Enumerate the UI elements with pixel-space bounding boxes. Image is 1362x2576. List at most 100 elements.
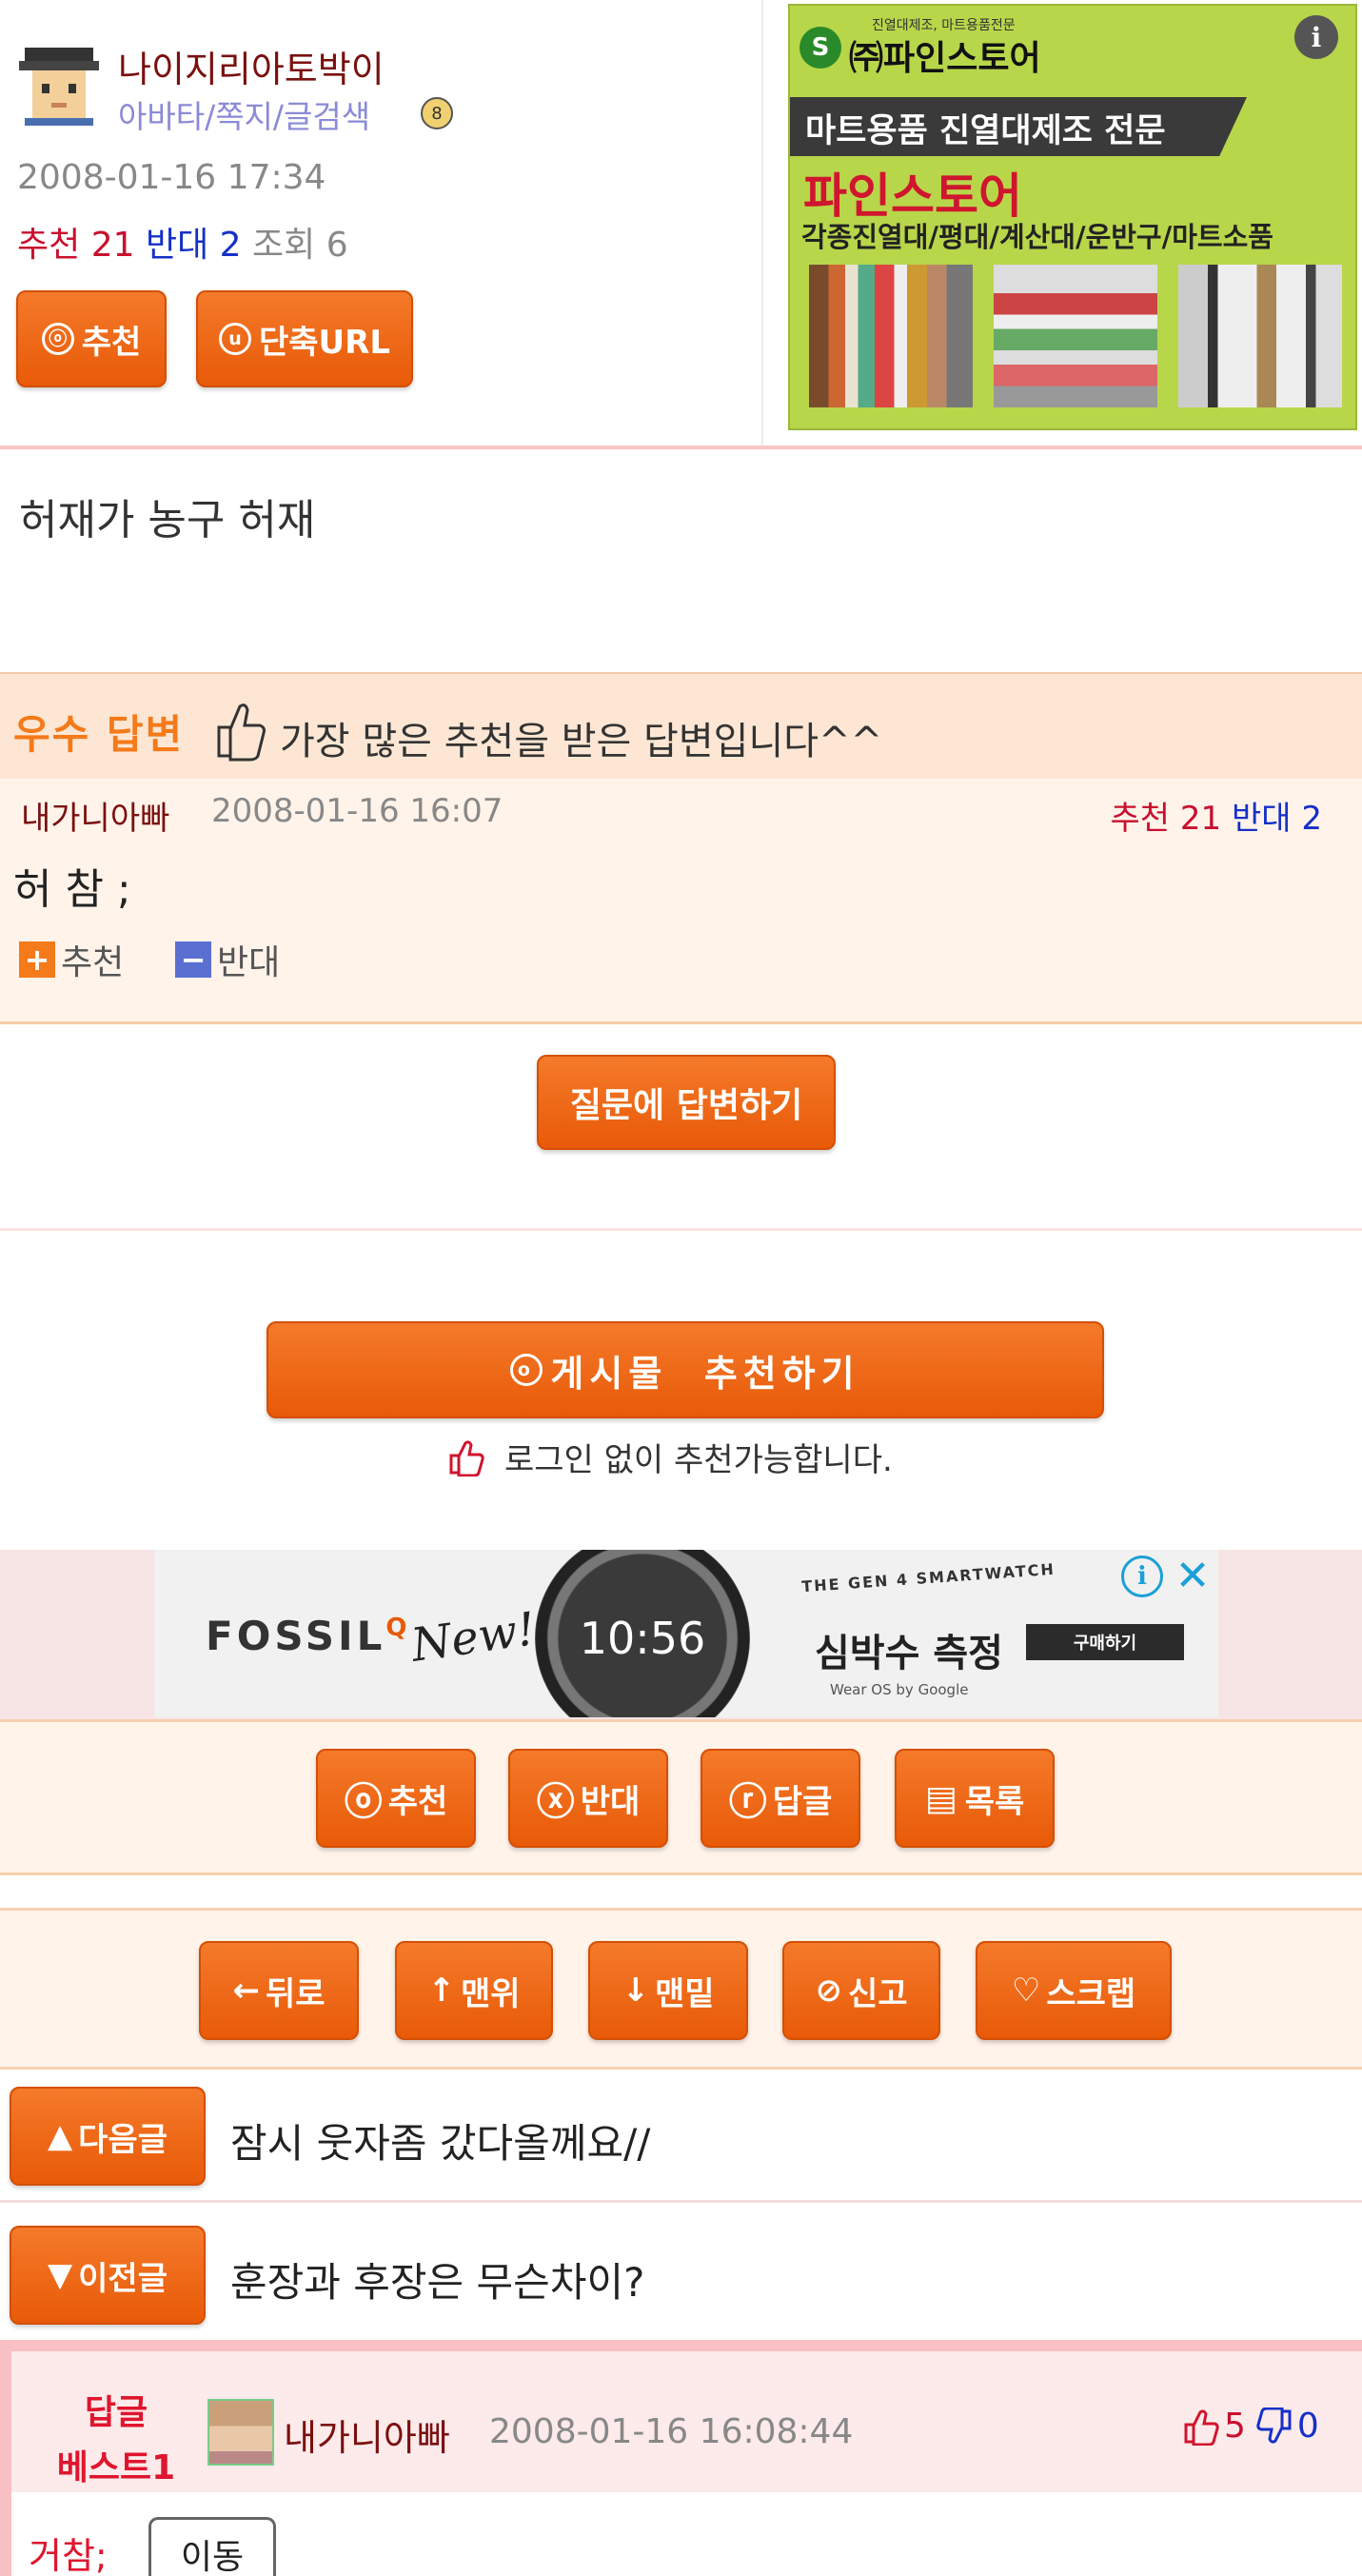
- thumbs-up-icon: [211, 699, 268, 762]
- ad-info-icon[interactable]: i: [1121, 1556, 1163, 1597]
- rec-count: 21: [90, 226, 135, 265]
- watch-image: 10:56: [535, 1550, 750, 1717]
- author-links[interactable]: 아바타/쪽지/글검색: [118, 91, 370, 137]
- scrap-button[interactable]: ♡ 스크랩: [976, 1941, 1172, 2040]
- recommend-post-note-text: 로그인 없이 추천가능합니다.: [504, 1441, 893, 1479]
- separator: [0, 1228, 1362, 1231]
- short-url-label: 단축URL: [258, 323, 390, 362]
- recommend-icon: ⓞ: [41, 323, 74, 355]
- best-answer-tag: 우수 답변: [13, 711, 185, 758]
- top-button[interactable]: ↑ 맨위: [395, 1941, 553, 2040]
- ad-fossil-headline: 심박수 측정: [815, 1632, 1003, 1675]
- ad-subtitle: 각종진열대/평대/계산대/운반구/마트소품: [801, 221, 1273, 253]
- ba-oppose-label: 반대: [217, 943, 281, 982]
- ba-recommend-label: 추천: [61, 943, 125, 982]
- thumbs-up-icon: [1182, 2408, 1220, 2446]
- ad-close-icon[interactable]: ✕: [1171, 1552, 1214, 1600]
- report-label: 신고: [847, 1974, 908, 2013]
- ad-info-icon[interactable]: i: [1294, 15, 1338, 59]
- link-icon: u: [218, 323, 251, 355]
- best-answer-body: 내가니아빠 2008-01-16 16:07 추천 21 반대 2 허 참 ; …: [0, 779, 1362, 1024]
- prev-post-label: 이전글: [78, 2259, 168, 2298]
- best-reply-up: 5: [1224, 2407, 1246, 2446]
- best-answer-header: 우수 답변 가장 많은 추천을 받은 답변입니다^^: [0, 672, 1362, 779]
- scrap-label: 스크랩: [1046, 1974, 1136, 2013]
- best-answer-desc: 가장 많은 추천을 받은 답변입니다^^: [280, 720, 883, 763]
- action-list-label: 목록: [964, 1782, 1025, 1821]
- ba-opp-label: 반대: [1231, 800, 1292, 838]
- next-post-title[interactable]: 잠시 웃자좀 갔다올께요//: [230, 2111, 650, 2170]
- fossil-q: Q: [385, 1614, 411, 1642]
- prev-post-button[interactable]: ▼ 이전글: [10, 2226, 206, 2325]
- ba-opp-count: 2: [1301, 800, 1322, 838]
- best-answer-text: 허 참 ;: [13, 865, 131, 914]
- ad-banner-fossil[interactable]: FOSSILQ New! 10:56 THE GEN 4 SMARTWATCH …: [154, 1550, 1218, 1717]
- author-nickname[interactable]: 나이지리아토박이: [118, 40, 385, 92]
- action-reply-button[interactable]: ⓡ 답글: [701, 1749, 860, 1848]
- ba-recommend-button[interactable]: + 추천: [19, 935, 124, 984]
- best-reply-content: 거참; 이동: [11, 2492, 1362, 2576]
- answer-question-button[interactable]: 질문에 답변하기: [537, 1055, 836, 1150]
- recommend-icon: ⓞ: [344, 1780, 383, 1824]
- best-answer-datetime: 2008-01-16 16:07: [211, 792, 503, 830]
- ad-photo-1: [809, 265, 973, 407]
- ad-fossil-buy-button[interactable]: 구매하기: [1026, 1624, 1184, 1660]
- reply-icon: ⓡ: [728, 1780, 767, 1824]
- arrow-up-icon: ↑: [427, 1972, 455, 2010]
- ba-oppose-button[interactable]: − 반대: [175, 935, 280, 984]
- best-reply-author[interactable]: 내가니아빠: [284, 2408, 450, 2461]
- recommend-post-icon: o: [510, 1354, 543, 1386]
- bottom-button[interactable]: ↓ 맨밑: [588, 1941, 748, 2040]
- next-post-button[interactable]: ▲ 다음글: [10, 2087, 206, 2186]
- top-label: 맨위: [460, 1974, 521, 2013]
- best-reply: 답글 베스트1 내가니아빠 2008-01-16 16:08:44 5 0 거참…: [0, 2340, 1362, 2576]
- action-recommend-label: 추천: [387, 1782, 448, 1821]
- move-button[interactable]: 이동: [148, 2517, 276, 2576]
- like-icon: [447, 1438, 485, 1476]
- ad-fossil-powered: Wear OS by Google: [830, 1681, 969, 1698]
- recommend-post-note: 로그인 없이 추천가능합니다.: [447, 1434, 893, 1480]
- minus-icon: −: [175, 941, 211, 978]
- best-answer-author[interactable]: 내가니아빠: [21, 792, 169, 839]
- best-reply-tag-1: 답글: [84, 2393, 148, 2432]
- best-reply-tag: 답글 베스트1: [40, 2386, 192, 2496]
- short-url-button[interactable]: u 단축URL: [196, 290, 413, 387]
- back-button[interactable]: ← 뒤로: [199, 1941, 359, 2040]
- best-reply-down: 0: [1296, 2407, 1319, 2446]
- recommend-label: 추천: [81, 323, 142, 362]
- recommend-button[interactable]: ⓞ 추천: [16, 290, 167, 387]
- report-icon: ⊘: [815, 1972, 842, 2010]
- arrow-left-icon: ←: [232, 1972, 260, 2010]
- ad-fossil-brand: FOSSILQ: [206, 1613, 411, 1659]
- view-label: 조회: [252, 226, 316, 265]
- list-icon: ▤: [924, 1778, 957, 1818]
- recommend-post-label: 게시물 추천하기: [550, 1352, 860, 1395]
- view-count: 6: [326, 226, 348, 265]
- author-header: 나이지리아토박이 아바타/쪽지/글검색 8 2008-01-16 17:34 추…: [0, 0, 761, 447]
- level-badge-icon: 8: [421, 97, 453, 129]
- triangle-down-icon: ▼: [48, 2256, 73, 2294]
- prev-post-row[interactable]: ▼ 이전글 훈장과 후장은 무슨차이?: [0, 2207, 1362, 2340]
- recommend-post-button[interactable]: o 게시물 추천하기: [266, 1321, 1104, 1418]
- ad-photo-2: [994, 265, 1157, 407]
- action-recommend-button[interactable]: ⓞ 추천: [316, 1749, 476, 1848]
- separator: [0, 446, 1362, 449]
- arrow-down-icon: ↓: [622, 1972, 649, 2010]
- ad-fossil-tagline: THE GEN 4 SMARTWATCH: [800, 1559, 1056, 1596]
- best-reply-text: 거참;: [29, 2535, 108, 2576]
- action-oppose-button[interactable]: ⓧ 반대: [508, 1749, 668, 1848]
- best-reply-tag-2: 베스트1: [56, 2448, 176, 2487]
- action-list-button[interactable]: ▤ 목록: [895, 1749, 1055, 1848]
- opp-count: 2: [219, 226, 242, 265]
- next-post-row[interactable]: ▲ 다음글 잠시 웃자좀 갔다올께요//: [0, 2071, 1362, 2203]
- prev-post-title[interactable]: 훈장과 후장은 무슨차이?: [230, 2250, 644, 2308]
- header-divider: [761, 0, 763, 447]
- avatar[interactable]: [207, 2399, 274, 2466]
- back-label: 뒤로: [265, 1974, 326, 2013]
- post-datetime: 2008-01-16 17:34: [17, 158, 326, 197]
- report-button[interactable]: ⊘ 신고: [782, 1941, 940, 2040]
- best-answer-stats: 추천 21 반대 2: [1111, 792, 1322, 839]
- ad-banner-finestore[interactable]: S 진열대제조, 마트용품전문 ㈜파인스토어 i 마트용품 진열대제조 전문 파…: [788, 4, 1357, 430]
- avatar[interactable]: [15, 44, 103, 126]
- bottom-label: 맨밑: [654, 1974, 715, 2013]
